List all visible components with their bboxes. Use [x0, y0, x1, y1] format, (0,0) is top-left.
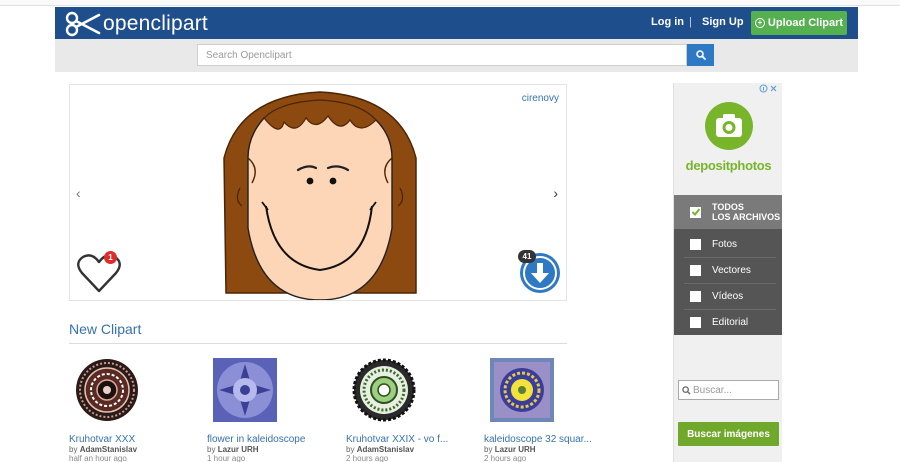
- clipart-title-link[interactable]: flower in kaleidoscope: [207, 434, 337, 445]
- clipart-timestamp: 2 hours ago: [346, 454, 389, 462]
- camera-logo-icon: [705, 102, 753, 150]
- checkbox-icon[interactable]: [690, 264, 701, 276]
- checkbox-icon[interactable]: [690, 316, 701, 328]
- clipart-thumbnail-kaleidoscope[interactable]: [213, 358, 277, 422]
- ad-option-photos[interactable]: Fotos: [674, 231, 782, 257]
- clipart-timestamp: half an hour ago: [69, 454, 127, 462]
- by-label: by: [69, 445, 78, 454]
- browser-top-edge: [0, 0, 900, 6]
- upload-label: Upload Clipart: [767, 17, 844, 29]
- download-count-badge: 41: [518, 250, 536, 263]
- clipart-card[interactable]: kaleidoscope 32 squar... by Lazur URH 2 …: [484, 358, 614, 462]
- advertisement-panel[interactable]: depositphotos TODOS LOS ARCHIVOS Fotos V…: [673, 83, 782, 462]
- ad-option-label: Vectores: [712, 264, 751, 276]
- section-divider: [69, 343, 567, 344]
- nav-separator: |: [689, 16, 692, 28]
- scissors-icon: [65, 11, 101, 37]
- featured-clipart-panel: cirenovy ‹ › 1 41: [69, 84, 567, 301]
- clipart-timestamp: 2 hours ago: [484, 454, 527, 462]
- clipart-card[interactable]: flower in kaleidoscope by Lazur URH 1 ho…: [207, 358, 337, 462]
- ad-option-label: Fotos: [712, 238, 738, 250]
- ad-option-editorial[interactable]: Editorial: [674, 309, 782, 335]
- clipart-title-link[interactable]: Kruhotvar XXIX - vo f...: [346, 434, 476, 445]
- search-bar: [55, 39, 858, 72]
- by-label: by: [484, 445, 493, 454]
- next-arrow-icon[interactable]: ›: [553, 185, 558, 201]
- clipart-card[interactable]: Kruhotvar XXX by AdamStanislav half an h…: [69, 358, 199, 462]
- clipart-author: by Lazur URH: [484, 445, 614, 454]
- by-label: by: [346, 445, 355, 454]
- featured-author-link[interactable]: cirenovy: [522, 93, 559, 104]
- by-label: by: [207, 445, 216, 454]
- ad-brand-name: depositphotos: [685, 158, 772, 173]
- ad-option-label-line2: LOS ARCHIVOS: [712, 212, 781, 222]
- ad-option-label: TODOS LOS ARCHIVOS: [712, 202, 780, 222]
- logo-text: openclipart: [103, 12, 208, 35]
- signup-link[interactable]: Sign Up: [702, 16, 744, 28]
- clipart-author: by Lazur URH: [207, 445, 337, 454]
- clipart-thumbnail-gear-mandala[interactable]: [352, 358, 416, 422]
- search-icon: [682, 385, 691, 395]
- search-icon: [695, 50, 706, 60]
- clipart-thumbnail-mandala[interactable]: [75, 358, 139, 422]
- clipart-card[interactable]: Kruhotvar XXIX - vo f... by AdamStanisla…: [346, 358, 476, 462]
- ad-search-images-button[interactable]: Buscar imágenes: [678, 422, 779, 446]
- new-clipart-heading: New Clipart: [69, 321, 142, 337]
- checkbox-icon[interactable]: [690, 238, 701, 250]
- ad-option-all-files[interactable]: TODOS LOS ARCHIVOS: [674, 195, 782, 229]
- ad-option-label-line1: TODOS: [712, 202, 744, 212]
- clipart-thumbnail-kaleidoscope-squares[interactable]: [490, 358, 554, 422]
- author-link[interactable]: AdamStanislav: [80, 445, 137, 454]
- search-button[interactable]: [687, 44, 714, 66]
- ad-search-input[interactable]: [693, 384, 777, 396]
- plus-circle-icon: +: [754, 18, 765, 28]
- featured-clipart-image[interactable]: [220, 88, 420, 300]
- upload-clipart-button[interactable]: + Upload Clipart: [751, 11, 847, 35]
- ad-choices-icon[interactable]: [759, 84, 779, 93]
- clipart-author: by AdamStanislav: [69, 445, 199, 454]
- site-logo[interactable]: openclipart: [65, 11, 208, 37]
- page-margin-right: [858, 6, 900, 462]
- clipart-author: by AdamStanislav: [346, 445, 476, 454]
- clipart-timestamp: 1 hour ago: [207, 454, 246, 462]
- author-link[interactable]: Lazur URH: [218, 445, 259, 454]
- ad-filter-menu: TODOS LOS ARCHIVOS Fotos Vectores Vídeos…: [674, 195, 782, 335]
- ad-option-vectors[interactable]: Vectores: [674, 257, 782, 283]
- previous-arrow-icon[interactable]: ‹: [76, 185, 81, 201]
- ad-option-label: Editorial: [712, 316, 749, 328]
- site-header: openclipart Log in | Sign Up + Upload Cl…: [55, 7, 858, 39]
- checkbox-checked-icon[interactable]: [690, 206, 701, 218]
- ad-search-box: [678, 380, 779, 400]
- author-link[interactable]: AdamStanislav: [357, 445, 414, 454]
- author-link[interactable]: Lazur URH: [495, 445, 536, 454]
- ad-option-label: Vídeos: [712, 290, 744, 302]
- search-input[interactable]: [197, 44, 687, 66]
- page-margin-left: [0, 6, 55, 462]
- like-count-badge: 1: [104, 251, 117, 264]
- ad-option-videos[interactable]: Vídeos: [674, 283, 782, 309]
- login-link[interactable]: Log in: [651, 16, 684, 28]
- checkbox-icon[interactable]: [690, 290, 701, 302]
- clipart-title-link[interactable]: Kruhotvar XXX: [69, 434, 199, 445]
- clipart-title-link[interactable]: kaleidoscope 32 squar...: [484, 434, 614, 445]
